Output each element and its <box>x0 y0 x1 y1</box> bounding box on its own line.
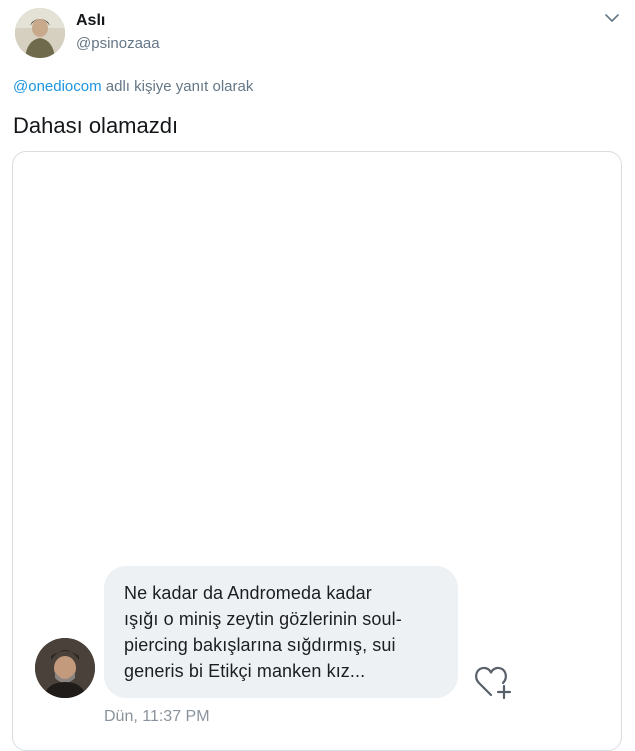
author-handle[interactable]: @psinozaaa <box>76 35 160 52</box>
chevron-down-icon[interactable] <box>603 11 621 25</box>
reply-mention-link[interactable]: @onediocom <box>13 78 102 95</box>
reply-context: @onediocom adlı kişiye yanıt olarak <box>13 78 253 95</box>
author-name[interactable]: Aslı <box>76 12 105 30</box>
message-line: generis bi Etikçi manken kız... <box>124 661 366 681</box>
message-timestamp: Dün, 11:37 PM <box>104 708 210 725</box>
author-avatar[interactable] <box>15 8 65 58</box>
message-bubble: Ne kadar da Andromeda kadar ışığı o mini… <box>104 566 458 698</box>
tweet-text: Dahası olamazdı <box>13 113 179 138</box>
message-line: Ne kadar da Andromeda kadar <box>124 583 372 603</box>
sender-avatar <box>35 638 95 698</box>
heart-plus-icon[interactable] <box>474 664 514 700</box>
reply-context-text: adlı kişiye yanıt olarak <box>101 78 254 95</box>
message-line: ışığı o miniş zeytin gözlerinin soul- <box>124 609 402 629</box>
message-line: piercing bakışlarına sığdırmış, sui <box>124 635 396 655</box>
tweet-media-screenshot[interactable]: Ne kadar da Andromeda kadar ışığı o mini… <box>12 151 622 751</box>
